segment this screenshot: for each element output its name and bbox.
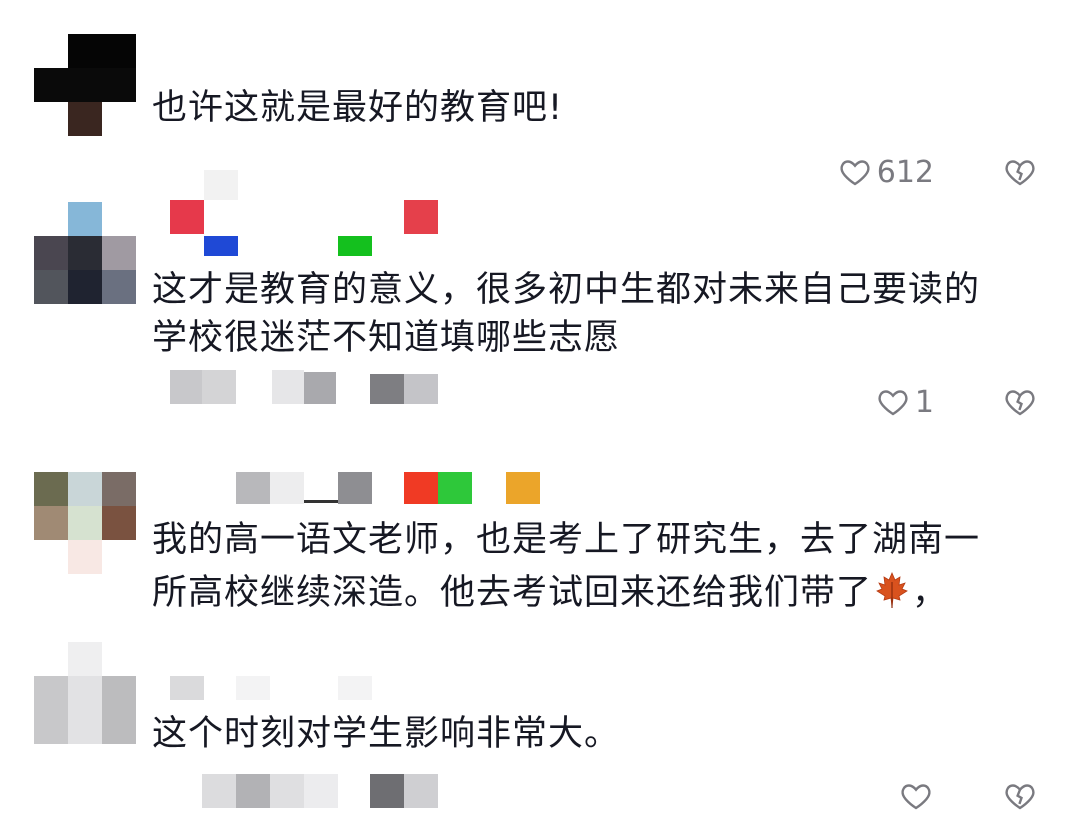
- meta-censored: [202, 774, 236, 808]
- meta-censored: [404, 774, 438, 808]
- username-censored: [338, 676, 372, 700]
- comment-4: 这个时刻对学生影响非常大。: [0, 0, 1080, 834]
- username-censored: [170, 676, 204, 700]
- avatar[interactable]: [34, 642, 136, 744]
- meta-censored: [304, 774, 338, 808]
- meta-censored: [370, 774, 404, 808]
- username-censored: [236, 676, 270, 700]
- comment-text: 这个时刻对学生影响非常大。: [152, 714, 621, 754]
- heart-outline-icon: [901, 784, 931, 810]
- broken-heart-icon[interactable]: [1002, 778, 1038, 814]
- meta-censored: [236, 774, 270, 808]
- meta-censored: [270, 774, 304, 808]
- like-button[interactable]: [898, 778, 938, 814]
